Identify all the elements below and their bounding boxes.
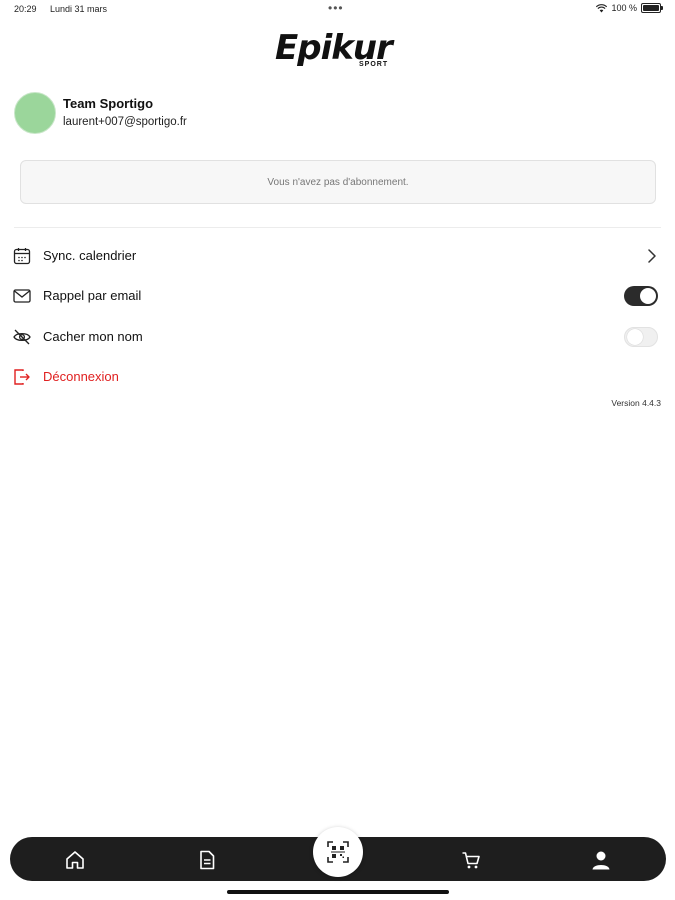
version-label: Version 4.4.3 — [611, 398, 661, 408]
email-reminder-toggle[interactable] — [624, 286, 658, 306]
multitask-dots-icon[interactable]: ••• — [328, 1, 344, 15]
qr-scan-icon — [327, 841, 349, 863]
subscription-status-box: Vous n'avez pas d'abonnement. — [20, 160, 656, 204]
menu-item-sync-calendar[interactable]: Sync. calendrier — [12, 244, 662, 268]
battery-icon — [641, 3, 663, 13]
status-time: 20:29 — [14, 4, 37, 14]
home-indicator — [227, 890, 449, 894]
status-bar: 20:29 Lundi 31 mars ••• 100 % — [0, 0, 675, 18]
menu-item-email-reminder: Rappel par email — [12, 284, 662, 308]
battery-percent: 100 % — [611, 3, 637, 13]
mail-icon — [13, 289, 31, 303]
cart-icon[interactable] — [460, 849, 482, 871]
chevron-right-icon — [648, 249, 656, 263]
eye-off-icon — [13, 329, 31, 345]
home-icon[interactable] — [64, 849, 86, 871]
wifi-icon — [596, 3, 608, 12]
toggle-knob — [627, 329, 643, 345]
menu-item-hide-name: Cacher mon nom — [12, 325, 662, 349]
qr-scan-button[interactable] — [313, 827, 363, 877]
logout-label: Déconnexion — [43, 369, 119, 384]
hide-name-toggle[interactable] — [624, 327, 658, 347]
divider — [14, 227, 661, 228]
email-reminder-label: Rappel par email — [43, 288, 142, 303]
sync-calendar-label: Sync. calendrier — [43, 248, 137, 263]
logout-icon — [14, 369, 30, 385]
menu-item-logout[interactable]: Déconnexion — [12, 365, 662, 389]
status-right: 100 % — [596, 3, 663, 13]
document-icon[interactable] — [196, 849, 218, 871]
user-icon[interactable] — [590, 849, 612, 871]
subscription-message: Vous n'avez pas d'abonnement. — [267, 176, 409, 188]
logo-subtext: SPORT — [359, 61, 389, 68]
status-date: Lundi 31 mars — [50, 4, 108, 14]
avatar[interactable] — [14, 92, 56, 134]
profile-email: laurent+007@sportigo.fr — [63, 116, 187, 128]
app-logo: Epikur SPORT — [275, 28, 405, 72]
profile-name: Team Sportigo — [63, 96, 154, 111]
toggle-knob — [640, 288, 656, 304]
calendar-icon — [13, 248, 31, 265]
hide-name-label: Cacher mon nom — [43, 329, 143, 344]
